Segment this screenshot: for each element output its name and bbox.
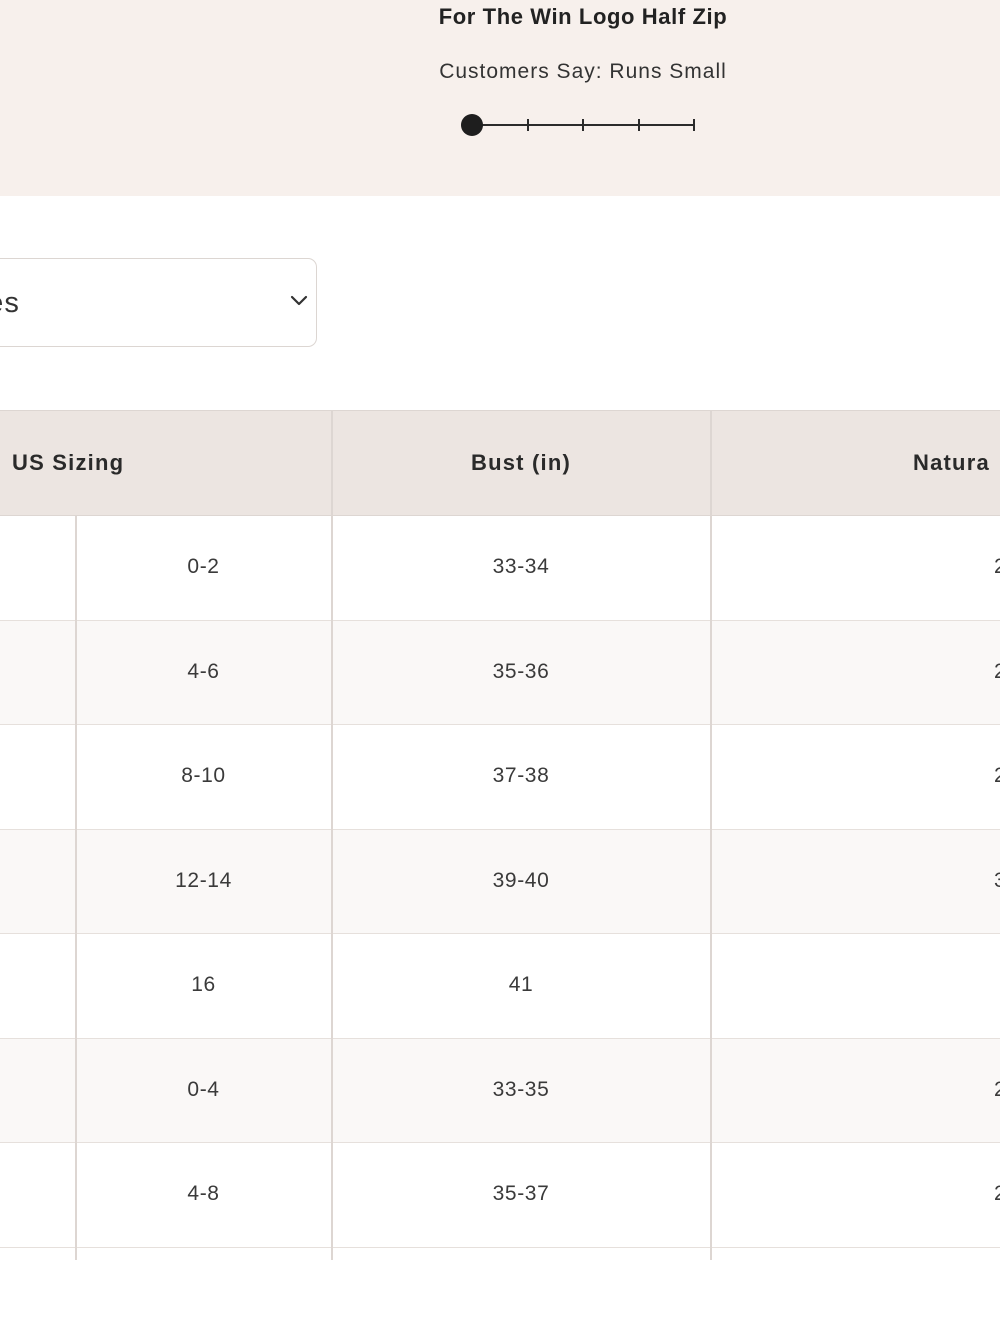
fit-scale-marker xyxy=(461,114,483,136)
chevron-down-icon xyxy=(290,295,308,306)
table-row: 0-2 33-34 2 xyxy=(0,516,1000,621)
natural-cell: 2 xyxy=(994,1039,1000,1141)
natural-cell xyxy=(994,934,1000,1036)
table-row: 4-8 35-37 2 xyxy=(0,1143,1000,1248)
bust-cell: 37-38 xyxy=(492,764,550,787)
table-row: 4-6 35-36 2 xyxy=(0,620,1000,725)
bust-cell: 39-40 xyxy=(492,868,550,892)
bust-cell: 35-37 xyxy=(492,1182,550,1205)
region-select[interactable]: ates xyxy=(0,258,317,347)
bust-cell: 33-34 xyxy=(492,555,550,578)
fit-caption: Customers Say: Runs Small xyxy=(439,60,727,83)
bust-cell: 33-35 xyxy=(492,1077,550,1101)
table-row: 8-10 37-38 2 xyxy=(0,725,1000,830)
table-row: 0-4 33-35 2 xyxy=(0,1038,1000,1143)
column-header-bust: Bust (in) xyxy=(470,450,571,475)
bust-cell: 41 xyxy=(508,973,534,996)
size-cell: 8-10 xyxy=(181,764,226,787)
size-chart-table: US Sizing Bust (in) Natura 0-2 33-34 2 4… xyxy=(0,410,1000,1260)
column-divider xyxy=(331,410,333,1260)
column-divider xyxy=(75,516,77,1260)
natural-cell: 3 xyxy=(994,830,1000,932)
size-cell: 16 xyxy=(191,973,216,996)
size-cell: 0-2 xyxy=(187,555,220,578)
product-title: For The Win Logo Half Zip xyxy=(438,4,728,29)
table-row: 16 41 xyxy=(0,934,1000,1039)
bust-cell: 35-36 xyxy=(492,659,550,683)
size-cell: 4-8 xyxy=(187,1182,220,1205)
natural-cell: 2 xyxy=(994,621,1000,723)
column-divider xyxy=(710,410,712,1260)
table-body: 0-2 33-34 2 4-6 35-36 2 8-10 37-38 2 12-… xyxy=(0,516,1000,1248)
size-cell: 12-14 xyxy=(175,868,232,892)
fit-banner: For The Win Logo Half Zip Customers Say:… xyxy=(0,0,1000,196)
size-cell: 4-6 xyxy=(187,659,220,683)
table-header-row: US Sizing Bust (in) Natura xyxy=(0,410,1000,516)
region-select-value: ates xyxy=(0,287,20,319)
fit-scale-indicator xyxy=(461,114,695,136)
column-header-us-sizing: US Sizing xyxy=(12,450,125,475)
table-row: 12-14 39-40 3 xyxy=(0,829,1000,934)
column-header-natural: Natura xyxy=(913,450,990,475)
size-cell: 0-4 xyxy=(187,1077,220,1101)
natural-cell: 2 xyxy=(994,516,1000,618)
natural-cell: 2 xyxy=(994,725,1000,827)
natural-cell: 2 xyxy=(994,1143,1000,1245)
